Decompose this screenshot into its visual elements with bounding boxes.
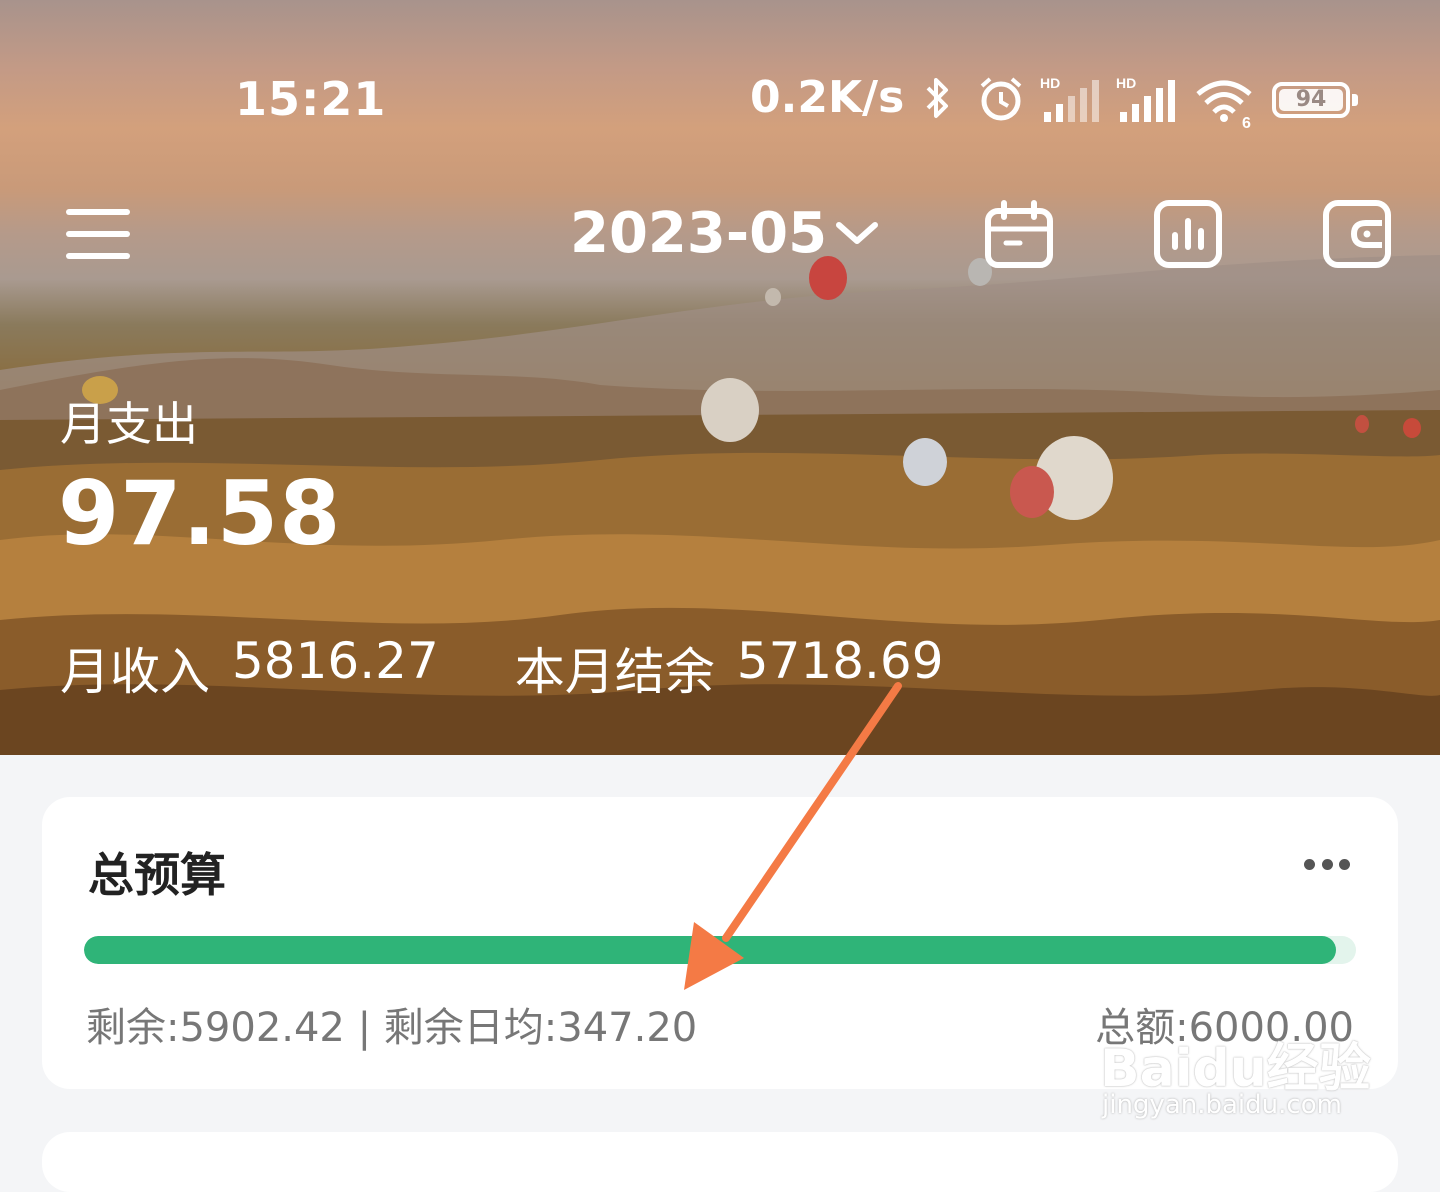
budget-progress-bar	[84, 936, 1356, 964]
status-bar: 15:21 0.2K/s HD HD 6 94	[0, 68, 1440, 132]
budget-title: 总预算	[88, 848, 226, 902]
chart-icon[interactable]	[1153, 199, 1223, 269]
signal-hd-icon: HD	[1040, 75, 1099, 122]
next-card	[42, 1132, 1398, 1192]
svg-text:6: 6	[1242, 115, 1251, 128]
wifi-icon: 6	[1196, 80, 1252, 128]
income-label: 月收入	[60, 643, 210, 701]
network-speed: 0.2K/s	[750, 72, 905, 123]
more-options-icon[interactable]	[1304, 855, 1350, 873]
income-balance-row: 月收入 5816.27 本月结余 5718.69	[60, 632, 944, 704]
battery-level: 94	[1295, 87, 1327, 112]
expense-value: 97.58	[58, 462, 342, 565]
bluetooth-icon	[926, 78, 948, 118]
balance-value: 5718.69	[736, 632, 944, 690]
income-value: 5816.27	[232, 632, 439, 690]
clock: 15:21	[235, 72, 387, 126]
wallet-icon[interactable]	[1322, 199, 1392, 269]
header-background: 15:21 0.2K/s HD HD 6 94 2023-05 月支出 97.5…	[0, 0, 1440, 755]
calendar-icon[interactable]	[984, 199, 1054, 269]
month-label: 2023-05	[570, 201, 828, 266]
watermark-url: jingyan.baidu.com	[1102, 1090, 1342, 1120]
expense-label: 月支出	[60, 397, 198, 451]
battery-icon: 94	[1272, 82, 1358, 118]
menu-icon[interactable]	[66, 209, 130, 259]
budget-progress-fill	[84, 936, 1336, 964]
month-selector[interactable]: 2023-05	[570, 201, 879, 266]
budget-remaining: 剩余:5902.42 | 剩余日均:347.20	[86, 1005, 698, 1051]
balance-label: 本月结余	[514, 643, 715, 701]
chevron-down-icon	[836, 221, 879, 244]
svg-text:HD: HD	[1040, 75, 1060, 91]
signal-hd-icon: HD	[1116, 75, 1175, 122]
alarm-icon	[980, 77, 1022, 121]
svg-text:HD: HD	[1116, 75, 1136, 91]
toolbar: 2023-05	[0, 195, 1440, 275]
